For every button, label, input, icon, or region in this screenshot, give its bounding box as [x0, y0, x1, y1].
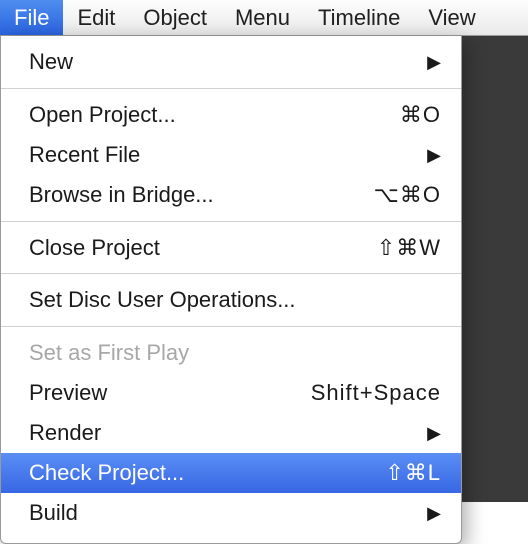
menubar-label: Edit: [77, 5, 115, 31]
menu-separator: [1, 273, 461, 274]
menu-item-render[interactable]: Render ▶: [1, 413, 461, 453]
menu-item-label: Open Project...: [29, 99, 400, 131]
menu-item-open-project[interactable]: Open Project... ⌘O: [1, 95, 461, 135]
menu-item-shortcut: ⌥⌘O: [374, 179, 441, 211]
menu-item-label: Close Project: [29, 232, 377, 264]
menu-item-label: New: [29, 46, 427, 78]
submenu-arrow-icon: ▶: [427, 53, 441, 71]
menu-item-recent-file[interactable]: Recent File ▶: [1, 135, 461, 175]
menu-item-set-first-play: Set as First Play: [1, 333, 461, 373]
menubar-label: Menu: [235, 5, 290, 31]
menu-item-shortcut: ⇧⌘W: [377, 232, 441, 264]
menubar-item-timeline[interactable]: Timeline: [304, 0, 414, 35]
menu-separator: [1, 221, 461, 222]
menu-item-label: Set Disc User Operations...: [29, 284, 441, 316]
menu-item-label: Set as First Play: [29, 337, 441, 369]
menubar-label: View: [428, 5, 475, 31]
menu-item-shortcut: ⇧⌘L: [385, 457, 441, 489]
menu-item-shortcut: ⌘O: [400, 99, 441, 131]
menu-item-label: Check Project...: [29, 457, 385, 489]
menubar: File Edit Object Menu Timeline View: [0, 0, 528, 36]
menu-item-label: Preview: [29, 377, 311, 409]
menu-item-shortcut: Shift+Space: [311, 377, 441, 409]
menubar-label: Timeline: [318, 5, 400, 31]
menubar-label: File: [14, 5, 49, 31]
menubar-item-object[interactable]: Object: [129, 0, 221, 35]
submenu-arrow-icon: ▶: [427, 424, 441, 442]
menu-item-label: Recent File: [29, 139, 427, 171]
menubar-label: Object: [143, 5, 207, 31]
menu-item-browse-bridge[interactable]: Browse in Bridge... ⌥⌘O: [1, 175, 461, 215]
menu-item-check-project[interactable]: Check Project... ⇧⌘L: [1, 453, 461, 493]
menu-separator: [1, 88, 461, 89]
menu-item-set-disc-user-ops[interactable]: Set Disc User Operations...: [1, 280, 461, 320]
menu-item-new[interactable]: New ▶: [1, 42, 461, 82]
menu-item-label: Render: [29, 417, 427, 449]
menubar-item-file[interactable]: File: [0, 0, 63, 35]
menubar-item-menu[interactable]: Menu: [221, 0, 304, 35]
menu-item-close-project[interactable]: Close Project ⇧⌘W: [1, 228, 461, 268]
file-menu-dropdown: New ▶ Open Project... ⌘O Recent File ▶ B…: [0, 36, 462, 544]
menu-item-preview[interactable]: Preview Shift+Space: [1, 373, 461, 413]
submenu-arrow-icon: ▶: [427, 504, 441, 522]
menubar-item-edit[interactable]: Edit: [63, 0, 129, 35]
menu-item-label: Browse in Bridge...: [29, 179, 374, 211]
menubar-item-view[interactable]: View: [414, 0, 489, 35]
submenu-arrow-icon: ▶: [427, 146, 441, 164]
menu-item-build[interactable]: Build ▶: [1, 493, 461, 533]
menu-separator: [1, 326, 461, 327]
